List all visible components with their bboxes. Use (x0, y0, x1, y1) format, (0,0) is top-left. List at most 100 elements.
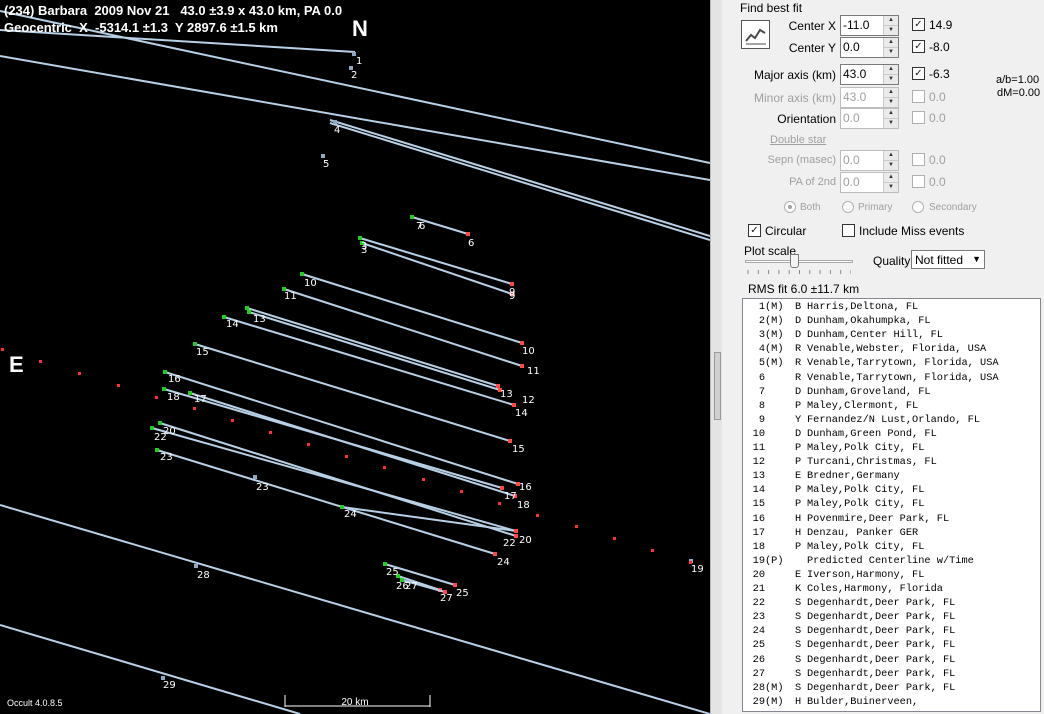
observer-marker (321, 154, 325, 158)
observer-name: Bulder,Buinerveen, (807, 695, 919, 708)
minor-axis-input[interactable] (843, 89, 879, 104)
radio-secondary[interactable] (912, 201, 924, 213)
spin-up-icon[interactable]: ▲ (884, 38, 898, 48)
spin-up-icon[interactable]: ▲ (884, 109, 898, 119)
center-x-checkbox[interactable]: ✓ (912, 18, 925, 31)
radio-primary[interactable] (842, 201, 854, 213)
center-y-input[interactable] (843, 39, 879, 54)
occultation-plot[interactable]: 1 2 4 5 7 6 6 3 9 3 9 10 11 14 13 10 11 15 16 18 17 13 12 14 22 2… (0, 0, 710, 714)
observer-type: H (795, 512, 802, 525)
observer-number: 28 (752, 681, 765, 694)
orientation-input[interactable] (843, 110, 879, 125)
spin-down-icon[interactable]: ▼ (884, 75, 898, 84)
radio-both[interactable] (784, 201, 796, 213)
observer-type: P (795, 442, 802, 454)
disappear-marker (383, 562, 387, 566)
observer-name: Maley,Polk City, FL (807, 484, 925, 497)
spin-down-icon[interactable]: ▼ (884, 48, 898, 57)
dm-value: dM=0.00 (997, 87, 1041, 99)
center-y-spinner[interactable]: ▲▼ (840, 37, 899, 58)
chord-number-label: 2 (351, 70, 357, 81)
circular-checkbox[interactable]: ✓ (748, 224, 761, 237)
sepn-spinner[interactable]: ▲▼ (840, 150, 899, 171)
chord-number-label: 20 (519, 535, 532, 546)
spin-up-icon[interactable]: ▲ (884, 173, 898, 183)
major-axis-checkbox[interactable]: ✓ (912, 67, 925, 80)
center-y-label: Center Y (788, 41, 836, 55)
predicted-centerline-dot (498, 502, 501, 505)
observer-number: 8 (758, 399, 765, 412)
observer-name: Coles,Harmony, Florida (807, 583, 943, 595)
spin-up-icon[interactable]: ▲ (884, 88, 898, 98)
chord-line (329, 122, 710, 241)
chord-number-label: 25 (456, 588, 469, 599)
spin-up-icon[interactable]: ▲ (884, 151, 898, 161)
observer-flag: (P) (765, 554, 784, 567)
pa-2nd-checkbox[interactable] (912, 175, 925, 188)
reappear-marker (520, 341, 524, 345)
chord-number-label: 24 (344, 509, 357, 520)
center-x-input[interactable] (843, 17, 879, 32)
chord-number-label: 14 (226, 319, 239, 330)
observer-flag: (M) (765, 695, 784, 708)
chord-number-label: 6 (419, 221, 425, 232)
observer-type: S (795, 611, 802, 624)
spin-down-icon[interactable]: ▼ (884, 98, 898, 107)
sepn-input[interactable] (843, 152, 879, 167)
disappear-marker (247, 310, 251, 314)
spin-down-icon[interactable]: ▼ (884, 119, 898, 128)
chord-number-label: 11 (527, 366, 540, 377)
chord-number-label: 3 (361, 245, 367, 256)
plot-canvas[interactable]: 12457663939101114 131011151618 17 131214222… (0, 0, 710, 714)
chord-line (359, 237, 513, 285)
center-y-checkbox[interactable]: ✓ (912, 40, 925, 53)
quality-dropdown[interactable]: Not fitted ▼ (911, 250, 985, 269)
observer-type: S (795, 681, 802, 694)
slider-thumb[interactable] (790, 254, 799, 268)
observer-type: P (795, 540, 802, 553)
reappear-marker (493, 552, 497, 556)
disappear-marker (193, 342, 197, 346)
observer-number: 23 (752, 611, 765, 624)
predicted-centerline-dot (651, 549, 654, 552)
predicted-centerline-dot (269, 431, 272, 434)
chord-number-label: 24 (497, 557, 510, 568)
pa-2nd-input[interactable] (843, 174, 879, 189)
observer-name: Venable,Tarrytown, Florida, USA (807, 371, 999, 384)
rms-fit: RMS fit 6.0 ±11.7 km (748, 282, 860, 296)
disappear-marker (188, 391, 192, 395)
spin-down-icon[interactable]: ▼ (884, 26, 898, 35)
reappear-marker (512, 403, 516, 407)
pa-2nd-spinner[interactable]: ▲▼ (840, 172, 899, 193)
orientation-spinner[interactable]: ▲▼ (840, 108, 899, 129)
minor-axis-checkbox[interactable] (912, 90, 925, 103)
orientation-checkbox[interactable] (912, 111, 925, 124)
chord-number-label: 16 (519, 482, 532, 493)
observer-number: 3 (758, 329, 765, 342)
spin-down-icon[interactable]: ▼ (884, 161, 898, 170)
major-axis-input[interactable] (843, 66, 879, 81)
observer-name: Maley,Polk City, FL (807, 442, 925, 454)
predicted-centerline-dot (460, 490, 463, 493)
disappear-marker (162, 387, 166, 391)
spin-down-icon[interactable]: ▼ (884, 183, 898, 192)
spin-up-icon[interactable]: ▲ (884, 16, 898, 26)
observer-type: R (795, 357, 802, 370)
plot-scale-slider[interactable] (745, 252, 853, 274)
include-miss-checkbox[interactable] (842, 224, 855, 237)
major-axis-spinner[interactable]: ▲▼ (840, 64, 899, 85)
splitter-grip[interactable] (714, 352, 721, 420)
observer-list[interactable]: 1 (M) B Harris,Deltona, FL 2 (M) D Dunham,Okahu… (742, 298, 1041, 712)
chord-number-label: 18 (517, 500, 530, 511)
chord-number-label: 14 (515, 408, 528, 419)
sepn-checkbox[interactable] (912, 153, 925, 166)
spin-up-icon[interactable]: ▲ (884, 65, 898, 75)
ab-ratio: a/b=1.00 (996, 74, 1040, 86)
chord-line (341, 506, 517, 532)
radio-primary-label: Primary (858, 202, 893, 213)
chord-number-label: 27 (405, 581, 418, 592)
center-x-spinner[interactable]: ▲▼ (840, 15, 899, 36)
disappear-marker (155, 448, 159, 452)
chord-number-label: 18 (167, 392, 180, 403)
minor-axis-spinner[interactable]: ▲▼ (840, 87, 899, 108)
